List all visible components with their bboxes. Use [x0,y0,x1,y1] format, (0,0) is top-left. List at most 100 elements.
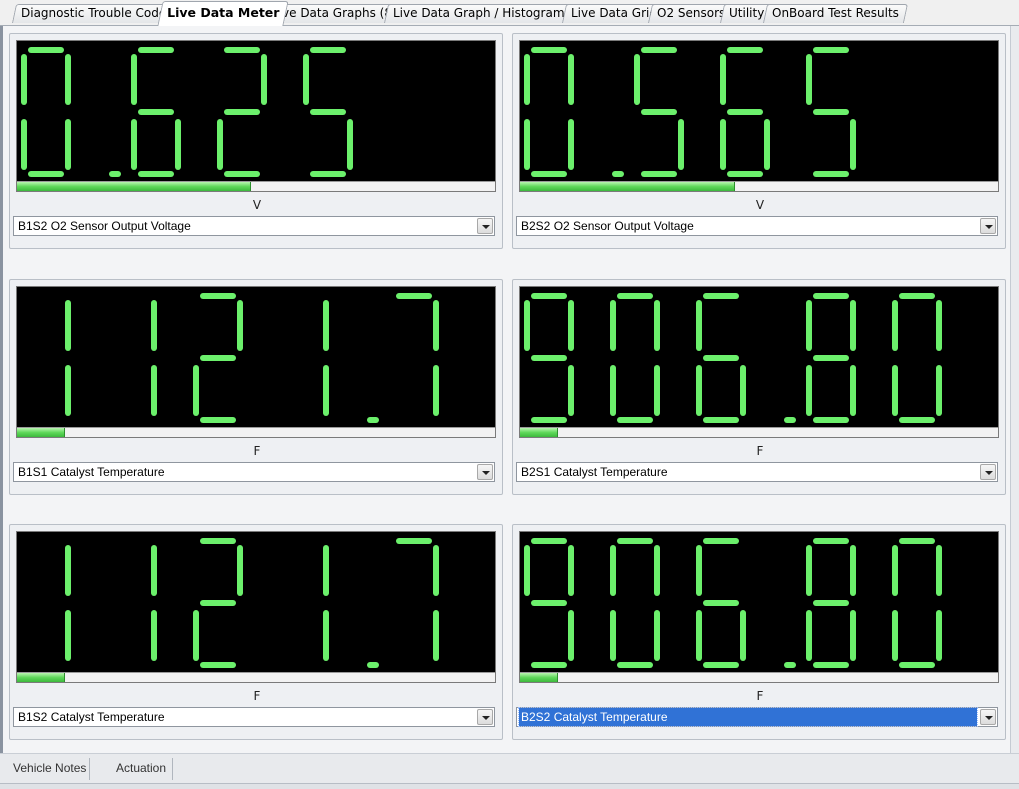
level-bar-fill [17,673,65,682]
lcd-display [519,286,999,438]
segment-e [720,119,726,170]
level-bar [17,181,495,191]
segment-b [654,300,660,351]
segment-c [433,365,439,416]
lcd-display [519,531,999,683]
pid-select[interactable]: B2S2 O2 Sensor Output Voltage [516,216,998,236]
segment-f [303,54,309,105]
tab-actuation[interactable]: Actuation [116,761,166,775]
unit-label: F [253,444,261,458]
tab-live-data-meter[interactable]: Live Data Meter [157,1,290,26]
seven-segment-readout [524,538,942,668]
segment-e [892,610,898,661]
segment-c [568,365,574,416]
chevron-down-icon[interactable] [477,464,493,480]
pid-select-value: B1S2 Catalyst Temperature [18,710,165,724]
lcd-display [519,40,999,192]
segment-b [568,545,574,596]
segment-e [892,365,898,416]
segment-a [138,47,174,53]
segment-c [740,365,746,416]
segment-d [310,171,346,177]
segment-a [200,293,236,299]
segment-a [727,47,763,53]
tab-vehicle-notes[interactable]: Vehicle Notes [13,761,86,775]
segment-d [899,662,935,668]
seven-segment-readout [65,293,439,423]
pid-select[interactable]: B2S2 Catalyst Temperature [516,707,998,727]
lcd-display [16,531,496,683]
main-tab-strip: Diagnostic Trouble Codes Live Data Meter… [0,0,1019,26]
segment-a [224,47,260,53]
segment-b [568,300,574,351]
segment-g [531,355,567,361]
segment-b [237,545,243,596]
segment-f [696,300,702,351]
segment-d [617,662,653,668]
level-bar [17,427,495,437]
segment-a [531,293,567,299]
segment-f [21,54,27,105]
chevron-down-icon[interactable] [980,464,996,480]
unit-label: F [756,689,764,703]
segment-b [151,545,157,596]
lcd-display [16,286,496,438]
segment-c [654,610,660,661]
segment-a [396,293,432,299]
pid-select[interactable]: B1S2 O2 Sensor Output Voltage [13,216,495,236]
decimal-point [367,662,379,668]
segment-b [850,300,856,351]
segment-b [568,54,574,105]
meter-panel-3: F B1S1 Catalyst Temperature [9,279,503,495]
segment-c [65,365,71,416]
segment-g [727,109,763,115]
segment-a [703,293,739,299]
segment-a [531,47,567,53]
chevron-down-icon[interactable] [980,218,996,234]
segment-d [138,171,174,177]
segment-c [850,365,856,416]
segment-f [524,545,530,596]
pid-select[interactable]: B2S1 Catalyst Temperature [516,462,998,482]
pid-select[interactable]: B1S2 Catalyst Temperature [13,707,495,727]
level-bar-fill [520,428,559,437]
segment-f [634,54,640,105]
segment-d [531,171,567,177]
pid-select-value: B2S2 Catalyst Temperature [518,707,978,727]
segment-b [433,545,439,596]
meter-panel-2: V B2S2 O2 Sensor Output Voltage [512,33,1006,249]
tab-divider [89,758,90,780]
chevron-down-icon[interactable] [477,709,493,725]
segment-d [200,662,236,668]
level-bar-fill [520,673,559,682]
chevron-down-icon[interactable] [980,709,996,725]
pid-select[interactable]: B1S1 Catalyst Temperature [13,462,495,482]
status-bar [0,783,1019,789]
segment-d [531,417,567,423]
seven-segment-readout [524,293,942,423]
segment-a [617,538,653,544]
bottom-tab-strip: Vehicle Notes Actuation [0,753,1019,783]
segment-d [813,662,849,668]
segment-a [813,538,849,544]
segment-b [654,545,660,596]
segment-d [531,662,567,668]
segment-b [323,300,329,351]
tab-divider [172,758,173,780]
chevron-down-icon[interactable] [477,218,493,234]
pid-select-value: B1S1 Catalyst Temperature [18,465,165,479]
segment-f [806,54,812,105]
segment-d [727,171,763,177]
segment-a [531,538,567,544]
tab-onboard-test-results[interactable]: OnBoard Test Results [762,4,908,23]
segment-d [641,171,677,177]
unit-label: V [252,198,262,212]
segment-c [175,119,181,170]
segment-e [193,610,199,661]
pid-select-value: B1S2 O2 Sensor Output Voltage [18,219,191,233]
unit-label: F [756,444,764,458]
segment-b [151,300,157,351]
tab-diagnostic-trouble-codes[interactable]: Diagnostic Trouble Codes [11,4,182,23]
decimal-point [367,417,379,423]
segment-f [720,54,726,105]
